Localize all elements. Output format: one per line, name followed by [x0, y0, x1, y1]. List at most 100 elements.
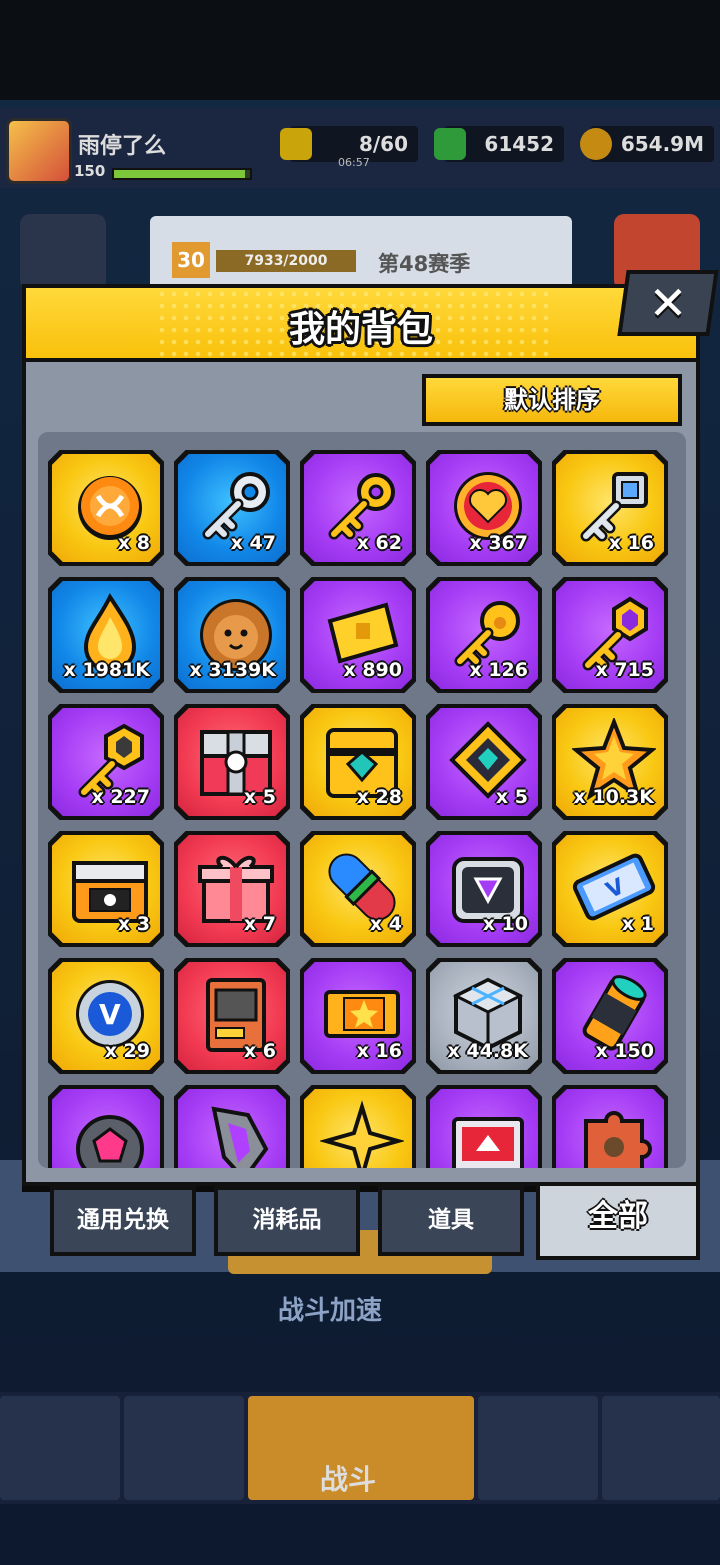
item-frame	[178, 1089, 286, 1168]
inventory-item[interactable]: x 4	[300, 831, 416, 947]
item-frame: x 47	[178, 454, 286, 562]
inventory-item[interactable]: x 7	[174, 831, 290, 947]
inventory-item[interactable]: x 126	[426, 577, 542, 693]
item-frame	[430, 1089, 538, 1168]
inventory-item[interactable]	[300, 1085, 416, 1168]
season-label: 第48赛季	[378, 252, 471, 276]
season-panel[interactable]: 30 7933/2000 第48赛季	[150, 216, 572, 290]
player-level: 150	[74, 162, 106, 180]
player-avatar[interactable]	[6, 118, 72, 184]
energy-value: 8/60	[358, 132, 408, 156]
item-frame: x 6	[178, 962, 286, 1070]
inventory-item[interactable]: x 10.3K	[552, 704, 668, 820]
item-count: x 10	[482, 913, 528, 935]
nav-events[interactable]	[478, 1396, 598, 1500]
item-frame: x 10	[430, 835, 538, 943]
gold-star-icon	[320, 1100, 404, 1168]
tab-1[interactable]: 消耗品	[214, 1186, 360, 1256]
inventory-item[interactable]: x 6	[174, 958, 290, 1074]
inventory-item[interactable]: x 3139K	[174, 577, 290, 693]
inventory-item[interactable]: x 10	[426, 831, 542, 947]
coin-counter[interactable]: 654.9M	[580, 126, 714, 162]
backpack-dialog: 我的背包 默认排序 x 8 x 47 x 62 x 367 x 16 x 1981K x 3…	[22, 284, 700, 1186]
battle-speed-label: 战斗加速	[278, 1296, 383, 1326]
item-count: x 715	[595, 659, 654, 681]
tab-0[interactable]: 通用兑换	[50, 1186, 196, 1256]
puzzle-piece-icon	[584, 1111, 652, 1168]
item-frame	[304, 1089, 412, 1168]
sort-button[interactable]: 默认排序	[422, 374, 682, 426]
item-count: x 227	[91, 786, 150, 808]
inventory-item[interactable]	[174, 1085, 290, 1168]
lightning-icon	[280, 128, 312, 160]
close-button[interactable]: ✕	[617, 270, 719, 336]
item-count: x 5	[495, 786, 528, 808]
nav-shop[interactable]	[0, 1396, 120, 1500]
item-count: x 7	[243, 913, 276, 935]
item-count: x 8	[117, 532, 150, 554]
inventory-item[interactable]: x 8	[48, 450, 164, 566]
player-xp-bar	[112, 168, 252, 180]
svg-text:V: V	[99, 998, 121, 1031]
item-frame: x 1981K	[52, 581, 160, 689]
item-count: x 10.3K	[573, 786, 654, 808]
crystal-shard-icon	[211, 1106, 269, 1168]
item-frame: x 16	[304, 962, 412, 1070]
item-frame: x 8	[52, 454, 160, 562]
inventory-item[interactable]: x 62	[300, 450, 416, 566]
inventory-item[interactable]: x 16	[300, 958, 416, 1074]
inventory-item[interactable]: x 3	[48, 831, 164, 947]
item-frame: x 7	[178, 835, 286, 943]
gem-counter[interactable]: 61452	[434, 126, 564, 162]
season-level: 30	[172, 242, 210, 278]
inventory-item[interactable]: x 227	[48, 704, 164, 820]
item-count: x 150	[595, 1040, 654, 1062]
item-count: x 890	[343, 659, 402, 681]
inventory-item[interactable]: x 367	[426, 450, 542, 566]
item-count: x 1981K	[63, 659, 150, 681]
game-screen: { "player": {"name": "雨停了么", "level": "1…	[0, 0, 720, 1565]
tab-2[interactable]: 道具	[378, 1186, 524, 1256]
item-count: x 62	[356, 532, 402, 554]
item-count: x 47	[230, 532, 276, 554]
item-frame: Vx 29	[52, 962, 160, 1070]
item-frame: x 16	[556, 454, 664, 562]
dialog-header: 我的背包	[26, 288, 696, 362]
inventory-item[interactable]: x 28	[300, 704, 416, 820]
item-grid[interactable]: x 8 x 47 x 62 x 367 x 16 x 1981K x 3139K x 890 x…	[38, 432, 686, 1168]
inventory-item[interactable]: x 1981K	[48, 577, 164, 693]
inventory-item[interactable]: x 890	[300, 577, 416, 693]
item-count: x 3	[117, 913, 150, 935]
inventory-item[interactable]	[552, 1085, 668, 1168]
coin-icon	[580, 128, 612, 160]
item-frame: x 126	[430, 581, 538, 689]
item-frame: x 62	[304, 454, 412, 562]
inventory-item[interactable]: x 44.8K	[426, 958, 542, 1074]
item-count: x 367	[469, 532, 528, 554]
item-count: x 4	[369, 913, 402, 935]
nav-dna[interactable]	[602, 1396, 720, 1500]
inventory-item[interactable]: x 47	[174, 450, 290, 566]
nav-heroes[interactable]	[124, 1396, 244, 1500]
inventory-item[interactable]: x 5	[426, 704, 542, 820]
inventory-item[interactable]: Vx 1	[552, 831, 668, 947]
close-icon: ✕	[648, 276, 688, 330]
inventory-item[interactable]: x 5	[174, 704, 290, 820]
inventory-item[interactable]: Vx 29	[48, 958, 164, 1074]
item-count: x 126	[469, 659, 528, 681]
category-tabs: 通用兑换 消耗品 道具 全部	[50, 1182, 700, 1260]
item-count: x 16	[608, 532, 654, 554]
tab-3[interactable]: 全部	[536, 1182, 700, 1260]
gem-value: 61452	[484, 132, 554, 156]
inventory-item[interactable]	[426, 1085, 542, 1168]
inventory-item[interactable]: x 16	[552, 450, 668, 566]
menu-button[interactable]	[20, 214, 106, 290]
dialog-title: 我的背包	[288, 309, 433, 350]
player-name: 雨停了么	[78, 134, 167, 159]
inventory-item[interactable]	[48, 1085, 164, 1168]
inventory-item[interactable]: x 150	[552, 958, 668, 1074]
inventory-item[interactable]: x 715	[552, 577, 668, 693]
item-count: x 1	[621, 913, 654, 935]
item-frame	[556, 1089, 664, 1168]
item-frame: x 4	[304, 835, 412, 943]
